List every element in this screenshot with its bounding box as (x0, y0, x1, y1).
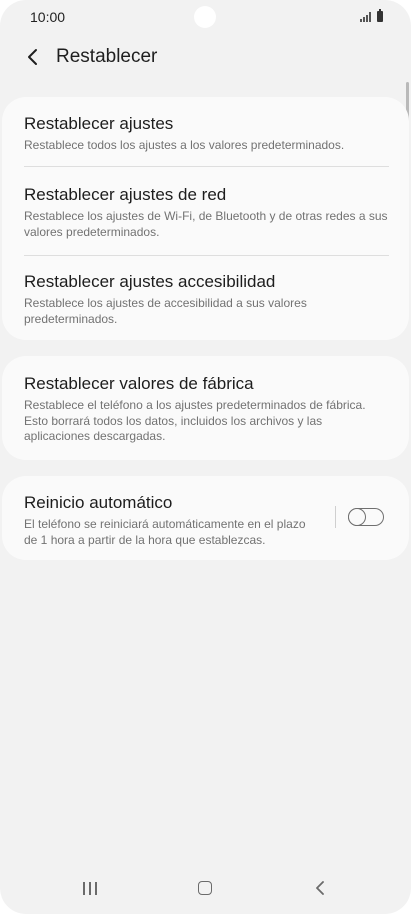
header: Restablecer (0, 38, 411, 76)
divider (24, 166, 389, 167)
toggle-knob (347, 507, 366, 526)
reset-accessibility-item[interactable]: Restablecer ajustes accesibilidad Restab… (24, 272, 389, 327)
factory-reset-description: Restablece el teléfono a los ajustes pre… (24, 398, 366, 443)
signal-icon (360, 12, 371, 22)
nav-back-button[interactable] (300, 874, 340, 902)
reset-network-title: Restablecer ajustes de red (24, 185, 227, 204)
status-bar: 10:00 (0, 0, 411, 36)
reset-network-description: Restablece los ajustes de Wi-Fi, de Blue… (24, 209, 388, 239)
factory-reset-card: Restablecer valores de fábrica Restablec… (2, 356, 409, 460)
reset-settings-description: Restablece todos los ajustes a los valor… (24, 138, 345, 152)
back-icon (316, 881, 324, 895)
factory-reset-item[interactable]: Restablecer valores de fábrica Restablec… (24, 374, 389, 445)
home-icon (198, 881, 212, 895)
reset-accessibility-title: Restablecer ajustes accesibilidad (24, 272, 276, 291)
reset-options-card: Restablecer ajustes Restablece todos los… (2, 97, 409, 340)
factory-reset-title: Restablecer valores de fábrica (24, 374, 254, 393)
camera-cutout (194, 6, 216, 28)
chevron-left-icon (28, 49, 37, 65)
reset-accessibility-description: Restablece los ajustes de accesibilidad … (24, 296, 307, 326)
auto-restart-card: Reinicio automático El teléfono se reini… (2, 476, 409, 560)
reset-settings-item[interactable]: Restablecer ajustes Restablece todos los… (24, 114, 389, 154)
auto-restart-title: Reinicio automático (24, 493, 173, 512)
auto-restart-description: El teléfono se reiniciará automáticament… (24, 517, 306, 547)
recent-apps-button[interactable] (70, 874, 110, 902)
reset-settings-title: Restablecer ajustes (24, 114, 174, 133)
navigation-bar (0, 858, 411, 914)
status-time: 10:00 (30, 9, 66, 25)
toggle-separator (335, 506, 336, 528)
reset-network-item[interactable]: Restablecer ajustes de red Restablece lo… (24, 185, 389, 240)
recent-apps-icon (83, 881, 97, 895)
auto-restart-item[interactable]: Reinicio automático El teléfono se reini… (24, 493, 319, 548)
home-button[interactable] (185, 874, 225, 902)
phone-screen: 10:00 Restablecer Restablecer ajustes Re… (0, 0, 411, 914)
status-icons (360, 9, 383, 22)
back-button[interactable] (20, 42, 46, 72)
divider (24, 255, 389, 256)
page-title: Restablecer (56, 46, 158, 67)
auto-restart-toggle[interactable] (347, 507, 384, 526)
battery-icon (377, 9, 383, 22)
